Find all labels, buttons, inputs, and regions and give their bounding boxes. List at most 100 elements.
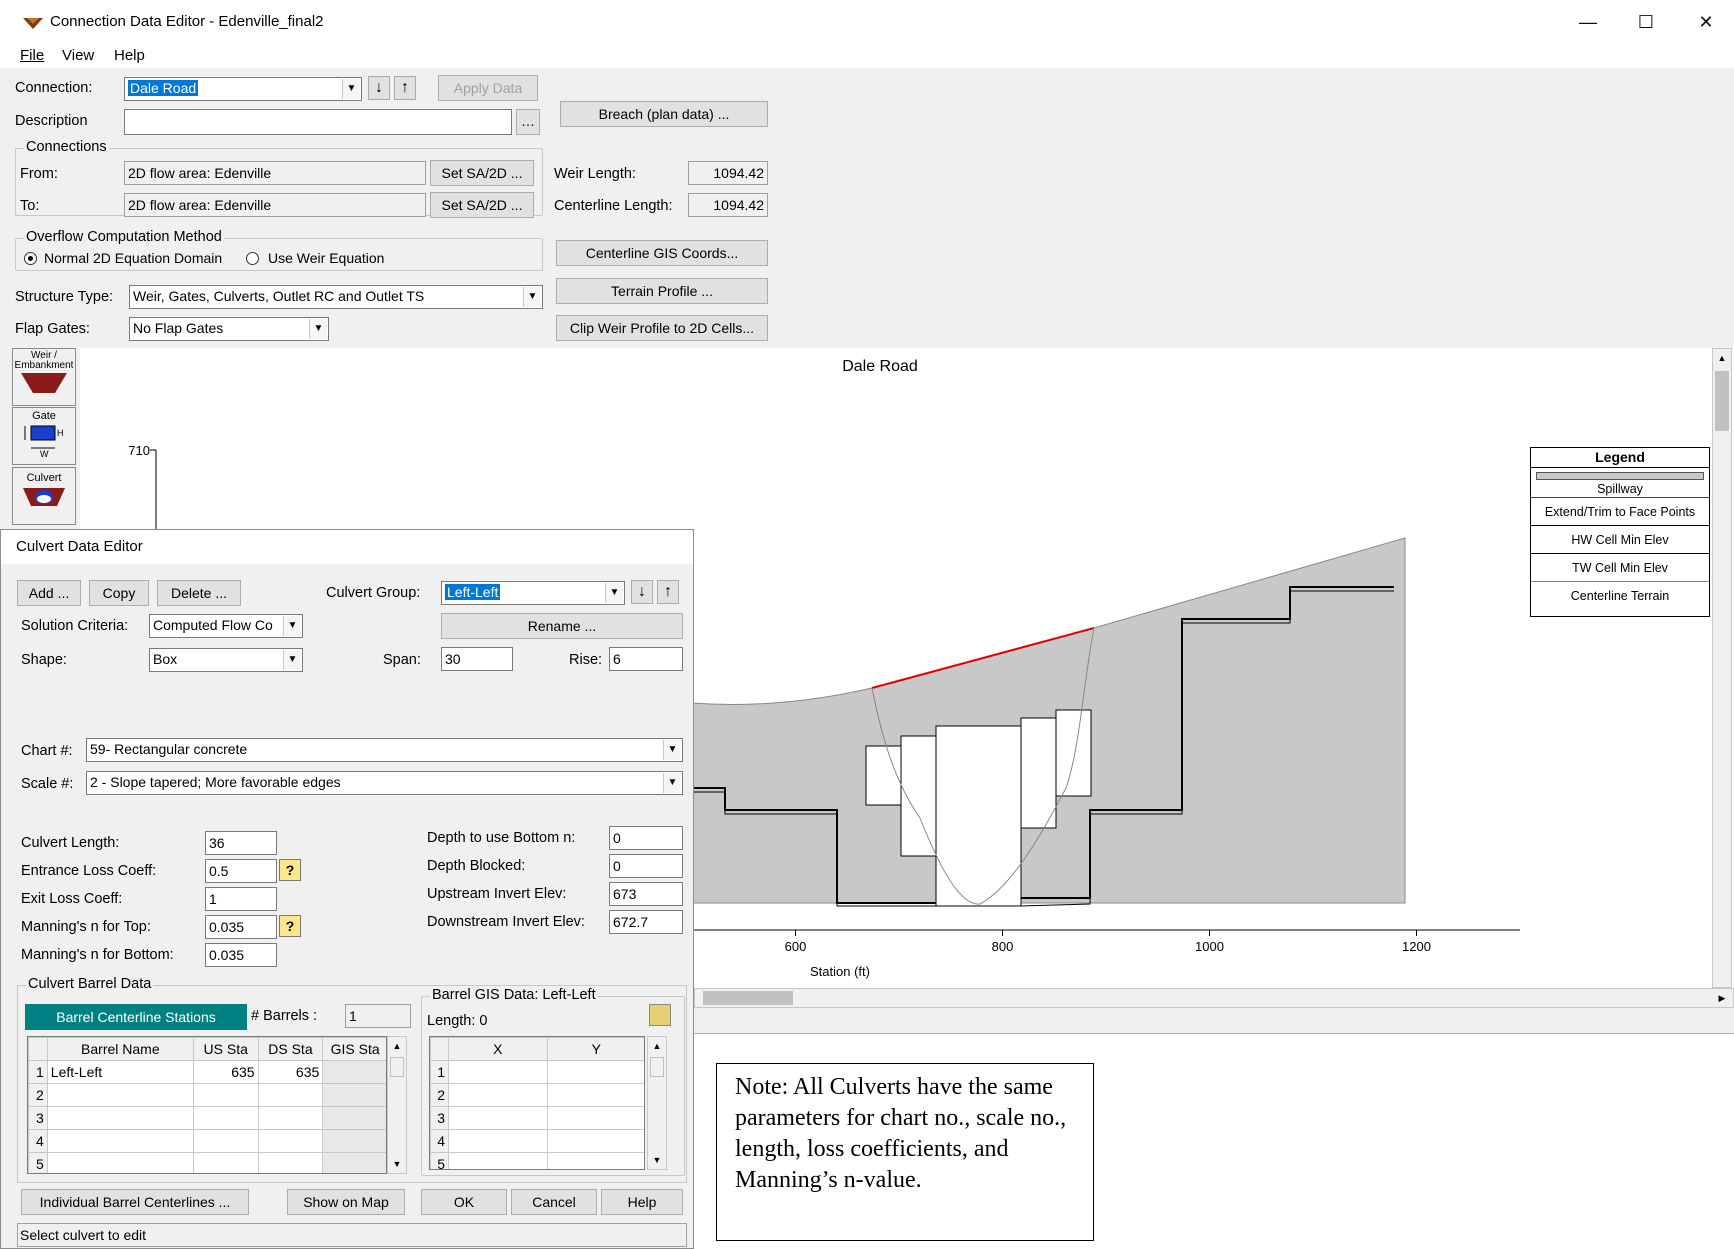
description-more-button[interactable]: … <box>516 109 540 135</box>
hscroll-thumb[interactable] <box>703 991 793 1005</box>
gis-sta-cell[interactable] <box>322 1152 386 1173</box>
gis-x-cell[interactable] <box>448 1152 548 1169</box>
copy-culvert-button[interactable]: Copy <box>89 580 149 606</box>
normal-2d-radio[interactable] <box>24 252 37 265</box>
depth-bottom-n-field[interactable]: 0 <box>609 826 683 850</box>
gis-y-cell[interactable] <box>546 1083 644 1107</box>
set-from-button[interactable]: Set SA/2D ... <box>430 160 534 186</box>
weir-embankment-tool[interactable]: Weir / Embankment <box>12 348 76 406</box>
gis-sta-cell[interactable] <box>322 1060 386 1084</box>
chart-number-select[interactable]: 59- Rectangular concrete ▼ <box>86 738 683 762</box>
scroll-right-icon[interactable]: ▶ <box>1713 989 1731 1007</box>
apply-data-button[interactable]: Apply Data <box>438 75 538 101</box>
individual-barrel-centerlines-button[interactable]: Individual Barrel Centerlines ... <box>21 1189 249 1215</box>
culvert-length-field[interactable]: 36 <box>205 831 277 855</box>
us-sta-cell[interactable] <box>192 1129 259 1153</box>
shape-select[interactable]: Box ▼ <box>149 648 303 672</box>
us-sta-cell[interactable] <box>192 1152 259 1173</box>
gis-y-cell[interactable] <box>546 1129 644 1153</box>
menu-view[interactable]: View <box>62 47 94 64</box>
set-to-button[interactable]: Set SA/2D ... <box>430 192 534 218</box>
chart-horizontal-scrollbar[interactable]: ▶ <box>694 988 1734 1008</box>
gis-table-row[interactable]: 2 <box>430 1083 644 1107</box>
ds-sta-cell[interactable]: 635 <box>257 1060 324 1084</box>
connection-select[interactable]: Dale Road ▼ <box>124 77 362 101</box>
span-field[interactable]: 30 <box>441 647 513 671</box>
minimize-button[interactable]: — <box>1565 8 1611 36</box>
scale-number-select[interactable]: 2 - Slope tapered; More favorable edges … <box>86 771 683 795</box>
gis-table-row[interactable]: 5 <box>430 1152 644 1169</box>
table-row[interactable]: 5 <box>28 1152 386 1173</box>
help-button[interactable]: Help <box>601 1189 683 1215</box>
scroll-up-icon[interactable]: ▲ <box>648 1037 666 1055</box>
upstream-invert-field[interactable]: 673 <box>609 882 683 906</box>
gis-sta-cell[interactable] <box>322 1106 386 1130</box>
table-row[interactable]: 3 <box>28 1106 386 1130</box>
barrel-name-cell[interactable] <box>46 1129 194 1153</box>
chart-vertical-scrollbar[interactable]: ▲ <box>1712 348 1732 988</box>
culvert-group-select[interactable]: Left-Left ▼ <box>441 581 625 605</box>
gis-table-row[interactable]: 3 <box>430 1106 644 1130</box>
us-sta-cell[interactable] <box>192 1106 259 1130</box>
maximize-button[interactable]: ☐ <box>1623 8 1669 36</box>
entrance-help-icon[interactable]: ? <box>279 859 301 881</box>
ds-sta-cell[interactable] <box>257 1083 324 1107</box>
depth-blocked-field[interactable]: 0 <box>609 854 683 878</box>
flap-gates-select[interactable]: No Flap Gates ▼ <box>129 317 329 341</box>
n-top-field[interactable]: 0.035 <box>205 915 277 939</box>
rename-button[interactable]: Rename ... <box>441 613 683 639</box>
gis-x-cell[interactable] <box>448 1083 548 1107</box>
barrel-name-cell[interactable]: Left-Left <box>46 1060 194 1084</box>
table-row[interactable]: 4 <box>28 1129 386 1153</box>
entrance-loss-field[interactable]: 0.5 <box>205 859 277 883</box>
gis-x-cell[interactable] <box>448 1106 548 1130</box>
scroll-thumb[interactable] <box>1715 371 1729 431</box>
gis-table-row[interactable]: 1 <box>430 1060 644 1084</box>
barrel-centerline-tab[interactable]: Barrel Centerline Stations <box>25 1004 247 1030</box>
add-culvert-button[interactable]: Add ... <box>17 580 81 606</box>
rise-field[interactable]: 6 <box>609 647 683 671</box>
next-group-button[interactable]: ↓ <box>631 580 653 604</box>
terrain-profile-button[interactable]: Terrain Profile ... <box>556 278 768 304</box>
ok-button[interactable]: OK <box>421 1189 507 1215</box>
description-field[interactable] <box>124 109 512 135</box>
n-top-help-icon[interactable]: ? <box>279 915 301 937</box>
structure-type-select[interactable]: Weir, Gates, Culverts, Outlet RC and Out… <box>129 285 543 309</box>
scroll-down-icon[interactable]: ▼ <box>388 1155 406 1173</box>
paste-icon[interactable] <box>649 1004 671 1026</box>
n-bottom-field[interactable]: 0.035 <box>205 943 277 967</box>
delete-culvert-button[interactable]: Delete ... <box>157 580 241 606</box>
table-row[interactable]: 1 Left-Left 635 635 <box>28 1060 386 1084</box>
ds-sta-cell[interactable] <box>257 1129 324 1153</box>
us-sta-cell[interactable]: 635 <box>192 1060 259 1084</box>
culvert-tool[interactable]: Culvert <box>12 467 76 525</box>
breach-button[interactable]: Breach (plan data) ... <box>560 101 768 127</box>
gis-x-cell[interactable] <box>448 1060 548 1084</box>
prev-group-button[interactable]: ↑ <box>657 580 679 604</box>
clip-weir-button[interactable]: Clip Weir Profile to 2D Cells... <box>556 315 768 341</box>
close-button[interactable]: ✕ <box>1683 8 1729 36</box>
gis-sta-cell[interactable] <box>322 1129 386 1153</box>
ds-sta-cell[interactable] <box>257 1106 324 1130</box>
gis-x-cell[interactable] <box>448 1129 548 1153</box>
scroll-up-icon[interactable]: ▲ <box>388 1037 406 1055</box>
barrel-name-cell[interactable] <box>46 1083 194 1107</box>
prev-connection-button[interactable]: ↑ <box>394 76 416 100</box>
table-row[interactable]: 2 <box>28 1083 386 1107</box>
gis-table-row[interactable]: 4 <box>430 1129 644 1153</box>
us-sta-cell[interactable] <box>192 1083 259 1107</box>
gate-tool[interactable]: Gate H W <box>12 407 76 465</box>
barrel-name-cell[interactable] <box>46 1152 194 1173</box>
gis-y-cell[interactable] <box>546 1152 644 1169</box>
barrel-table-scrollbar[interactable]: ▲ ▼ <box>387 1036 407 1174</box>
gis-y-cell[interactable] <box>546 1106 644 1130</box>
scroll-thumb[interactable] <box>390 1057 404 1077</box>
gis-sta-cell[interactable] <box>322 1083 386 1107</box>
next-connection-button[interactable]: ↓ <box>368 76 390 100</box>
solution-criteria-select[interactable]: Computed Flow Co ▼ <box>149 614 303 638</box>
gis-table-scrollbar[interactable]: ▲ ▼ <box>647 1036 667 1170</box>
ds-sta-cell[interactable] <box>257 1152 324 1173</box>
scroll-up-icon[interactable]: ▲ <box>1713 349 1731 367</box>
gis-y-cell[interactable] <box>546 1060 644 1084</box>
exit-loss-field[interactable]: 1 <box>205 887 277 911</box>
